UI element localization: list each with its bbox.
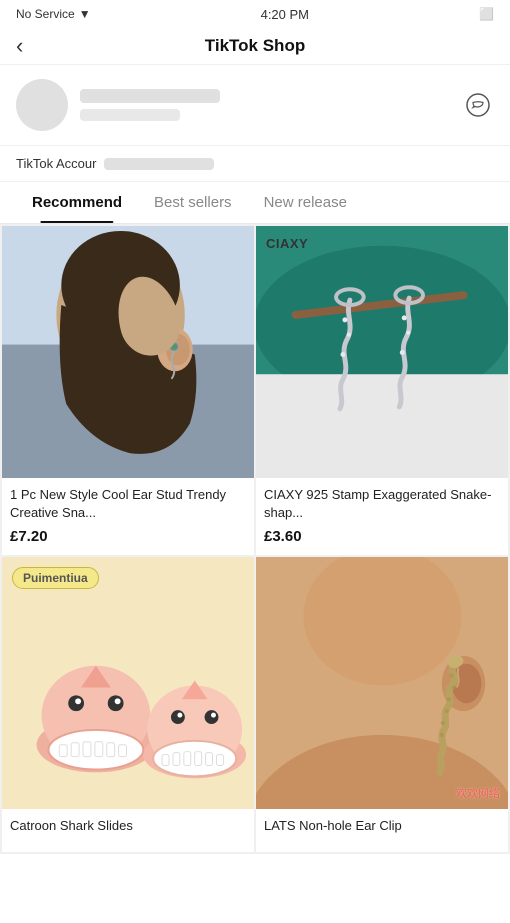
product-title: Catroon Shark Slides bbox=[10, 817, 246, 835]
profile-section bbox=[0, 65, 510, 145]
product-title: LATS Non-hole Ear Clip bbox=[264, 817, 500, 835]
product-image-ear-clip: 欢欢网络 bbox=[256, 557, 508, 809]
product-info-ear-stud: 1 Pc New Style Cool Ear Stud Trendy Crea… bbox=[2, 478, 254, 555]
nav-bar: ‹ TikTok Shop bbox=[0, 28, 510, 65]
brand-label-puimentiua: Puimentiua bbox=[12, 567, 99, 589]
status-time: 4:20 PM bbox=[261, 7, 309, 22]
chat-icon[interactable] bbox=[462, 89, 494, 121]
tab-new-release[interactable]: New release bbox=[248, 182, 363, 223]
product-price: £3.60 bbox=[264, 528, 500, 545]
product-card-ear-clip[interactable]: 欢欢网络 LATS Non-hole Ear Clip bbox=[256, 557, 508, 851]
account-row: TikTok Accour bbox=[0, 145, 510, 182]
tabs-bar: Recommend Best sellers New release bbox=[0, 182, 510, 224]
products-grid: 1 Pc New Style Cool Ear Stud Trendy Crea… bbox=[0, 224, 510, 854]
product-title: CIAXY 925 Stamp Exaggerated Snake-shap..… bbox=[264, 486, 500, 522]
profile-name-placeholder bbox=[80, 89, 220, 103]
profile-info bbox=[80, 89, 450, 121]
status-signal: No Service ▼ bbox=[16, 7, 91, 21]
profile-sub-placeholder bbox=[80, 109, 180, 121]
product-card-shark-slides[interactable]: Puimentiua Catroon Shark Slides bbox=[2, 557, 254, 851]
account-label: TikTok Accour bbox=[16, 156, 96, 171]
tab-recommend[interactable]: Recommend bbox=[16, 182, 138, 223]
product-info-shark: Catroon Shark Slides bbox=[2, 809, 254, 851]
tab-best-sellers[interactable]: Best sellers bbox=[138, 182, 248, 223]
product-card-ear-stud[interactable]: 1 Pc New Style Cool Ear Stud Trendy Crea… bbox=[2, 226, 254, 555]
page-title: TikTok Shop bbox=[205, 36, 305, 56]
product-info-ciaxy: CIAXY 925 Stamp Exaggerated Snake-shap..… bbox=[256, 478, 508, 555]
product-image-ear-stud bbox=[2, 226, 254, 478]
product-info-ear-clip: LATS Non-hole Ear Clip bbox=[256, 809, 508, 851]
product-card-ciaxy[interactable]: CIAXY CIAXY 925 Stamp Exaggerated Snake-… bbox=[256, 226, 508, 555]
product-image-shark: Puimentiua bbox=[2, 557, 254, 809]
brand-label-ciaxy: CIAXY bbox=[266, 236, 308, 251]
product-price: £7.20 bbox=[10, 528, 246, 545]
back-button[interactable]: ‹ bbox=[16, 35, 23, 57]
product-image-ciaxy: CIAXY bbox=[256, 226, 508, 478]
status-bar: No Service ▼ 4:20 PM ⬜ bbox=[0, 0, 510, 28]
avatar bbox=[16, 79, 68, 131]
product-title: 1 Pc New Style Cool Ear Stud Trendy Crea… bbox=[10, 486, 246, 522]
status-battery: ⬜ bbox=[479, 7, 494, 21]
account-value-placeholder bbox=[104, 158, 214, 170]
